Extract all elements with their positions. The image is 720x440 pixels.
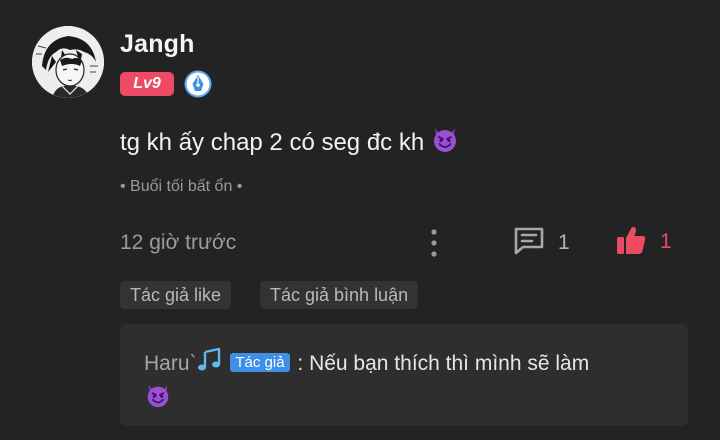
musical-notes-icon [197,347,223,381]
verified-pen-badge-icon [184,70,212,98]
chapter-tag[interactable]: • Buổi tối bất ổn • [120,178,242,196]
smiling-devil-emoji-icon [144,381,172,418]
like-button[interactable]: 1 [614,224,672,260]
level-badge: Lv9 [120,72,174,96]
smiling-devil-emoji-icon [430,124,460,161]
comment-bubble-icon [512,225,546,262]
author-reply-box[interactable]: Haru` Tác giả : Nếu bạn thích thì mình s… [120,324,688,426]
avatar[interactable] [32,26,104,98]
comment-card: Jangh Lv9 tg kh ấy chap 2 có seg đc kh •… [0,0,720,440]
author-badge: Tác giả [230,353,290,372]
author-reply-chip: Tác giả bình luận [260,281,419,309]
author-like-chip: Tác giả like [120,281,232,309]
timestamp: 12 giờ trước [120,231,237,254]
reply-text: Nếu bạn thích thì mình sẽ làm [309,352,590,375]
reply-count: 1 [558,231,570,254]
reply-separator: : [291,352,310,375]
reply-button[interactable]: 1 [512,226,570,260]
username[interactable]: Jangh [120,30,195,59]
thumbs-up-icon [614,223,648,262]
reply-line: Haru` Tác giả : Nếu bạn thích thì mình s… [144,347,664,418]
comment-body: tg kh ấy chap 2 có seg đc kh [120,128,425,156]
more-options-icon[interactable] [422,226,446,260]
comment-text: tg kh ấy chap 2 có seg đc kh [120,124,460,161]
like-count: 1 [660,230,672,253]
reply-author[interactable]: Haru` [144,352,197,375]
